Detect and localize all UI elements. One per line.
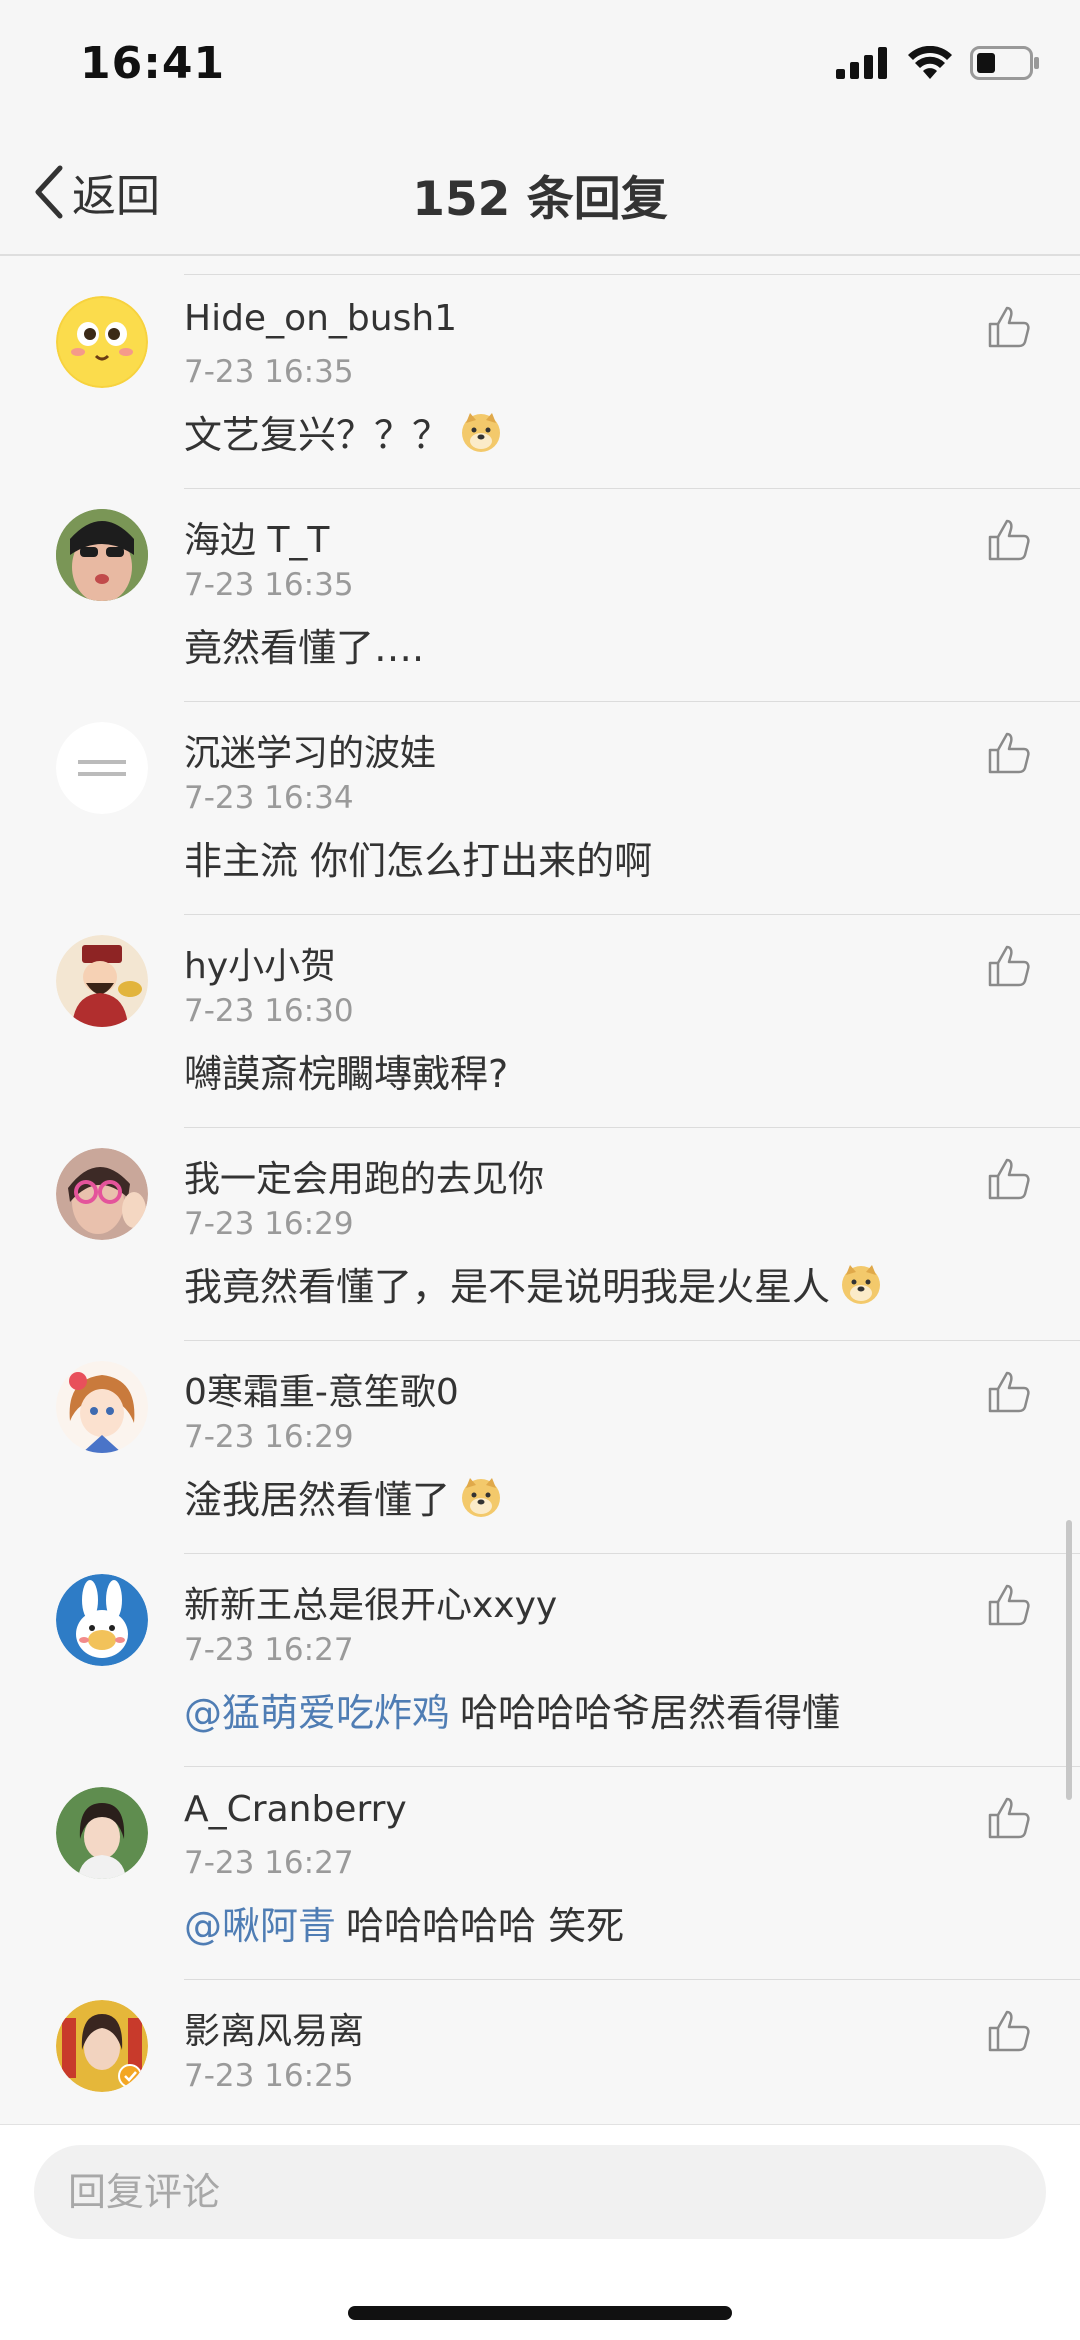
- comment-text: 淦我居然看懂了: [184, 1469, 502, 1524]
- comment-item[interactable]: 0寒霜重-意笙歌0 7-23 16:29 淦我居然看懂了: [0, 1341, 1080, 1554]
- avatar[interactable]: [56, 1148, 148, 1240]
- timestamp: 7-23 16:34: [184, 780, 354, 816]
- avatar[interactable]: [56, 509, 148, 601]
- avatar[interactable]: [56, 296, 148, 388]
- avatar[interactable]: [56, 1361, 148, 1453]
- divider: [184, 274, 1080, 275]
- comment-text: 嚩謨斎梡矙塼戭稈?: [184, 1043, 508, 1098]
- timestamp: 7-23 16:27: [184, 1632, 354, 1668]
- comment-text: 文艺复兴？？？: [184, 404, 502, 459]
- home-indicator[interactable]: [348, 2306, 732, 2320]
- comment-item[interactable]: 沉迷学习的波娃 7-23 16:34 非主流 你们怎么打出来的啊: [0, 702, 1080, 915]
- timestamp: 7-23 16:35: [184, 567, 354, 603]
- thumbs-up-icon[interactable]: [986, 304, 1032, 350]
- page-title: 152 条回复: [412, 172, 668, 227]
- comment-text: 非主流 你们怎么打出来的啊: [184, 830, 652, 885]
- comment-item[interactable]: A_Cranberry 7-23 16:27 @啾阿青 哈哈哈哈哈 笑死: [0, 1767, 1080, 1980]
- thumbs-up-icon[interactable]: [986, 1795, 1032, 1841]
- avatar[interactable]: [56, 935, 148, 1027]
- comment-item[interactable]: 我一定会用跑的去见你 7-23 16:29 我竟然看懂了，是不是说明我是火星人: [0, 1128, 1080, 1341]
- timestamp: 7-23 16:29: [184, 1206, 354, 1242]
- status-time: 16:41: [80, 38, 226, 89]
- username[interactable]: 我一定会用跑的去见你: [184, 1150, 544, 1202]
- avatar[interactable]: [56, 722, 148, 814]
- username[interactable]: hy小小贺: [184, 937, 336, 989]
- timestamp: 7-23 16:29: [184, 1419, 354, 1455]
- comment-item[interactable]: 影离风易离 7-23 16:25: [0, 1980, 1080, 2124]
- username[interactable]: Hide_on_bush1: [184, 298, 457, 339]
- battery-icon: [970, 46, 1039, 80]
- comment-item[interactable]: 海边 T_T 7-23 16:35 竟然看懂了….: [0, 489, 1080, 702]
- comment-body: 哈哈哈哈爷居然看得懂: [460, 1691, 841, 1735]
- timestamp: 7-23 16:30: [184, 993, 354, 1029]
- doge-emoji-icon: [462, 412, 501, 452]
- comment-item[interactable]: 新新王总是很开心xxyy 7-23 16:27 @猛萌爱吃炸鸡 哈哈哈哈爷居然看…: [0, 1554, 1080, 1767]
- username[interactable]: 海边 T_T: [184, 511, 329, 563]
- reply-input[interactable]: [34, 2145, 1046, 2239]
- comment-body: 嚩謨斎梡矙塼戭稈?: [184, 1052, 509, 1096]
- comment-body: 哈哈哈哈哈 笑死: [346, 1904, 625, 1948]
- status-icons: [836, 46, 1040, 80]
- signal-icon: [836, 47, 887, 79]
- comment-body: 我竟然看懂了，是不是说明我是火星人: [184, 1265, 831, 1309]
- mention-link[interactable]: @啾阿青: [184, 1895, 336, 1950]
- comment-text: 我竟然看懂了，是不是说明我是火星人: [184, 1256, 882, 1311]
- wifi-icon: [908, 46, 952, 79]
- username[interactable]: 沉迷学习的波娃: [184, 724, 436, 776]
- username[interactable]: A_Cranberry: [184, 1789, 407, 1830]
- comment-text: @啾阿青 哈哈哈哈哈 笑死: [184, 1895, 624, 1950]
- comment-item[interactable]: Hide_on_bush1 7-23 16:35 文艺复兴？？？: [0, 276, 1080, 489]
- comment-body: 竟然看懂了….: [184, 626, 425, 670]
- scrollbar[interactable]: [1066, 1520, 1072, 1800]
- timestamp: 7-23 16:35: [184, 354, 354, 390]
- status-bar: 16:41: [0, 0, 1080, 130]
- thumbs-up-icon[interactable]: [986, 1369, 1032, 1415]
- avatar[interactable]: [56, 1574, 148, 1666]
- username[interactable]: 0寒霜重-意笙歌0: [184, 1363, 459, 1415]
- thumbs-up-icon[interactable]: [986, 943, 1032, 989]
- thumbs-up-icon[interactable]: [986, 517, 1032, 563]
- comment-body: 文艺复兴？？？: [184, 413, 451, 457]
- comment-list[interactable]: Hide_on_bush1 7-23 16:35 文艺复兴？？？ 海边 T_T …: [0, 256, 1080, 2124]
- mention-link[interactable]: @猛萌爱吃炸鸡: [184, 1682, 450, 1737]
- thumbs-up-icon[interactable]: [986, 2008, 1032, 2054]
- comment-text: 竟然看懂了….: [184, 617, 424, 672]
- thumbs-up-icon[interactable]: [986, 1582, 1032, 1628]
- doge-emoji-icon: [842, 1264, 881, 1304]
- comment-body: 非主流 你们怎么打出来的啊: [184, 839, 653, 883]
- thumbs-up-icon[interactable]: [986, 1156, 1032, 1202]
- comment-text: @猛萌爱吃炸鸡 哈哈哈哈爷居然看得懂: [184, 1682, 840, 1737]
- comment-body: 淦我居然看懂了: [184, 1478, 451, 1522]
- username[interactable]: 影离风易离: [184, 2002, 364, 2054]
- timestamp: 7-23 16:25: [184, 2058, 354, 2094]
- thumbs-up-icon[interactable]: [986, 730, 1032, 776]
- timestamp: 7-23 16:27: [184, 1845, 354, 1881]
- avatar[interactable]: [56, 2000, 148, 2092]
- nav-bar: 返回 152 条回复: [0, 130, 1080, 256]
- username[interactable]: 新新王总是很开心xxyy: [184, 1576, 557, 1628]
- doge-emoji-icon: [462, 1477, 501, 1517]
- avatar[interactable]: [56, 1787, 148, 1879]
- comment-item[interactable]: hy小小贺 7-23 16:30 嚩謨斎梡矙塼戭稈?: [0, 915, 1080, 1128]
